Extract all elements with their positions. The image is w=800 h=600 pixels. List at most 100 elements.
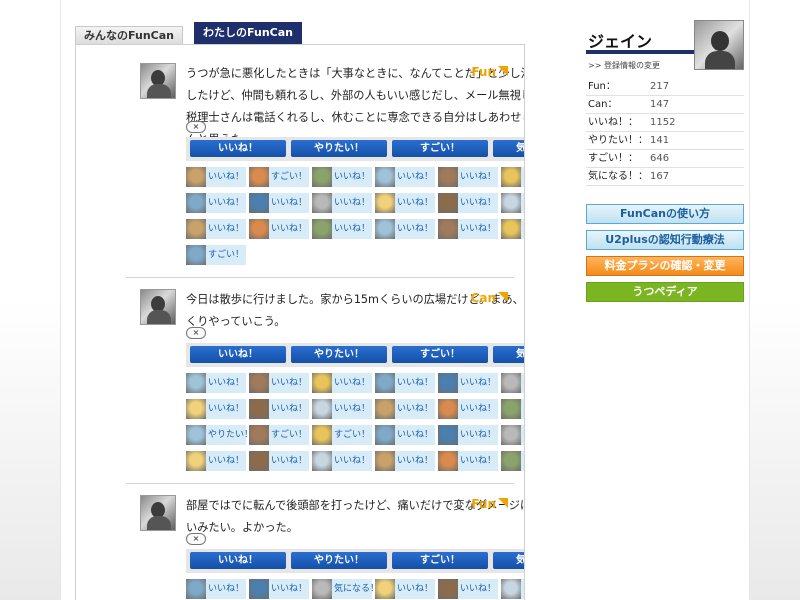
reactor-avatar <box>186 425 206 445</box>
stat-value: 167 <box>650 171 670 182</box>
reaction-chip[interactable]: いいね！ <box>375 193 435 213</box>
cbt-program-button[interactable]: U2plusの認知行動療法 <box>586 230 744 250</box>
reaction-label: いいね！ <box>334 172 371 182</box>
curious-button[interactable]: 気になる！ <box>493 140 524 157</box>
great-button[interactable]: すごい！ <box>392 552 488 569</box>
reactor-avatar <box>501 373 521 393</box>
pricing-plan-button[interactable]: 料金プランの確認・変更 <box>586 256 744 276</box>
reaction-chip[interactable]: いいね！ <box>501 425 524 445</box>
reaction-chip[interactable]: いいね！ <box>249 579 309 599</box>
post-avatar[interactable] <box>140 63 176 99</box>
reaction-chip[interactable]: いいね！ <box>186 373 246 393</box>
curious-button[interactable]: 気になる！ <box>493 552 524 569</box>
reaction-chip[interactable]: いいね！ <box>438 193 498 213</box>
reaction-chip[interactable]: いいね！ <box>186 193 246 213</box>
reactor-avatar <box>501 167 521 187</box>
reaction-label: いいね！ <box>523 373 524 393</box>
reactor-avatar <box>501 451 521 471</box>
reaction-chip[interactable]: やりたい！ <box>186 425 253 445</box>
want-to-try-button[interactable]: やりたい！ <box>291 552 387 569</box>
stat-label: 気になる！： <box>588 171 648 182</box>
reaction-chip[interactable]: いいね！ <box>186 399 246 419</box>
reactor-avatar <box>249 193 269 213</box>
edit-registration-link[interactable]: >> 登録情報の変更 <box>588 60 660 71</box>
reactor-avatar <box>501 193 521 213</box>
reaction-chip[interactable]: いいね！ <box>375 167 435 187</box>
stat-value: 646 <box>650 153 670 164</box>
reaction-chip[interactable]: いいね！ <box>438 425 498 445</box>
great-button[interactable]: すごい！ <box>392 346 488 363</box>
reaction-chip[interactable]: いいね！ <box>501 579 524 599</box>
how-to-use-funcan-button[interactable]: FunCanの使い方 <box>586 204 744 224</box>
reaction-chip[interactable]: いいね！ <box>375 425 435 445</box>
reaction-chip[interactable]: いいね！ <box>375 579 435 599</box>
stat-value: 147 <box>650 99 670 110</box>
reactor-avatar <box>312 219 332 239</box>
reaction-chip[interactable]: すごい！ <box>501 219 524 239</box>
post-avatar[interactable] <box>140 495 176 531</box>
reaction-chip[interactable]: いいね！ <box>501 451 524 471</box>
reaction-chip[interactable]: いいね！ <box>249 399 309 419</box>
reaction-chip[interactable]: いいね！ <box>312 219 372 239</box>
reaction-chip[interactable]: すごい！ <box>312 425 372 445</box>
reaction-chip[interactable]: いいね！ <box>312 399 372 419</box>
reaction-chip[interactable]: いいね！ <box>438 399 498 419</box>
reaction-chip[interactable]: すごい！ <box>249 167 309 187</box>
reaction-chip[interactable]: いいね！ <box>249 219 309 239</box>
close-post-button[interactable]: × <box>186 533 206 545</box>
close-post-button[interactable]: × <box>186 121 206 133</box>
reaction-chip[interactable]: いいね！ <box>186 219 246 239</box>
reaction-label: いいね！ <box>460 224 497 234</box>
reaction-chip[interactable]: いいね！ <box>312 167 372 187</box>
user-avatar[interactable] <box>694 20 744 70</box>
reaction-chip[interactable]: いいね！ <box>375 373 435 393</box>
reaction-label: いいね！ <box>397 584 434 594</box>
tab-everyone-funcan[interactable]: みんなのFunCan <box>75 26 183 44</box>
reaction-chip[interactable]: いいね！ <box>375 451 435 471</box>
reaction-label: いいね！ <box>334 404 371 414</box>
reaction-chip[interactable]: いいね！ <box>438 219 498 239</box>
great-button[interactable]: すごい！ <box>392 140 488 157</box>
reaction-chip[interactable]: いいね！ <box>501 399 524 419</box>
utsupedia-button[interactable]: うつペディア <box>586 282 744 302</box>
reactor-avatar <box>249 579 269 599</box>
reaction-chip[interactable]: いいね！ <box>312 373 372 393</box>
curious-button[interactable]: 気になる！ <box>493 346 524 363</box>
reactor-avatar <box>312 193 332 213</box>
reaction-chip[interactable]: いいね！ <box>186 167 246 187</box>
reaction-chip[interactable]: いいね！ <box>249 373 309 393</box>
reaction-chip[interactable]: いいね！ <box>186 579 246 599</box>
reaction-chip[interactable]: いいね！ <box>501 373 524 393</box>
reaction-chip[interactable]: いいね！ <box>186 451 246 471</box>
reaction-chip[interactable]: いいね！ <box>312 193 372 213</box>
reactor-avatar <box>375 425 395 445</box>
reaction-chip[interactable]: いいね！ <box>249 193 309 213</box>
reaction-chip[interactable]: いいね！ <box>249 451 309 471</box>
tab-my-funcan[interactable]: わたしのFunCan <box>194 22 302 44</box>
want-to-try-button[interactable]: やりたい！ <box>291 140 387 157</box>
reaction-label: いいね！ <box>460 172 497 182</box>
reactor-avatar <box>375 373 395 393</box>
like-button[interactable]: いいね！ <box>190 346 286 363</box>
reaction-chip[interactable]: いいね！ <box>312 451 372 471</box>
like-button[interactable]: いいね！ <box>190 552 286 569</box>
reaction-chip[interactable]: いいね！ <box>375 219 435 239</box>
reaction-chip[interactable]: いいね！ <box>375 399 435 419</box>
reaction-chip[interactable]: いいね！ <box>501 167 524 187</box>
reactor-avatar <box>375 193 395 213</box>
reaction-chip[interactable]: すごい！ <box>249 425 309 445</box>
post-avatar[interactable] <box>140 289 176 325</box>
like-button[interactable]: いいね！ <box>190 140 286 157</box>
reaction-chip[interactable]: いいね！ <box>501 193 524 213</box>
user-name: ジェイン <box>588 32 653 51</box>
reaction-chip[interactable]: すごい！ <box>186 245 246 265</box>
reaction-chip[interactable]: 気になる！ <box>312 579 379 599</box>
want-to-try-button[interactable]: やりたい！ <box>291 346 387 363</box>
reaction-chip[interactable]: いいね！ <box>438 579 498 599</box>
reaction-label: いいね！ <box>271 584 308 594</box>
reaction-chip[interactable]: いいね！ <box>438 167 498 187</box>
reaction-label: いいね！ <box>523 579 524 599</box>
reaction-chip[interactable]: いいね！ <box>438 373 498 393</box>
reaction-chip[interactable]: いいね！ <box>438 451 498 471</box>
close-post-button[interactable]: × <box>186 327 206 339</box>
